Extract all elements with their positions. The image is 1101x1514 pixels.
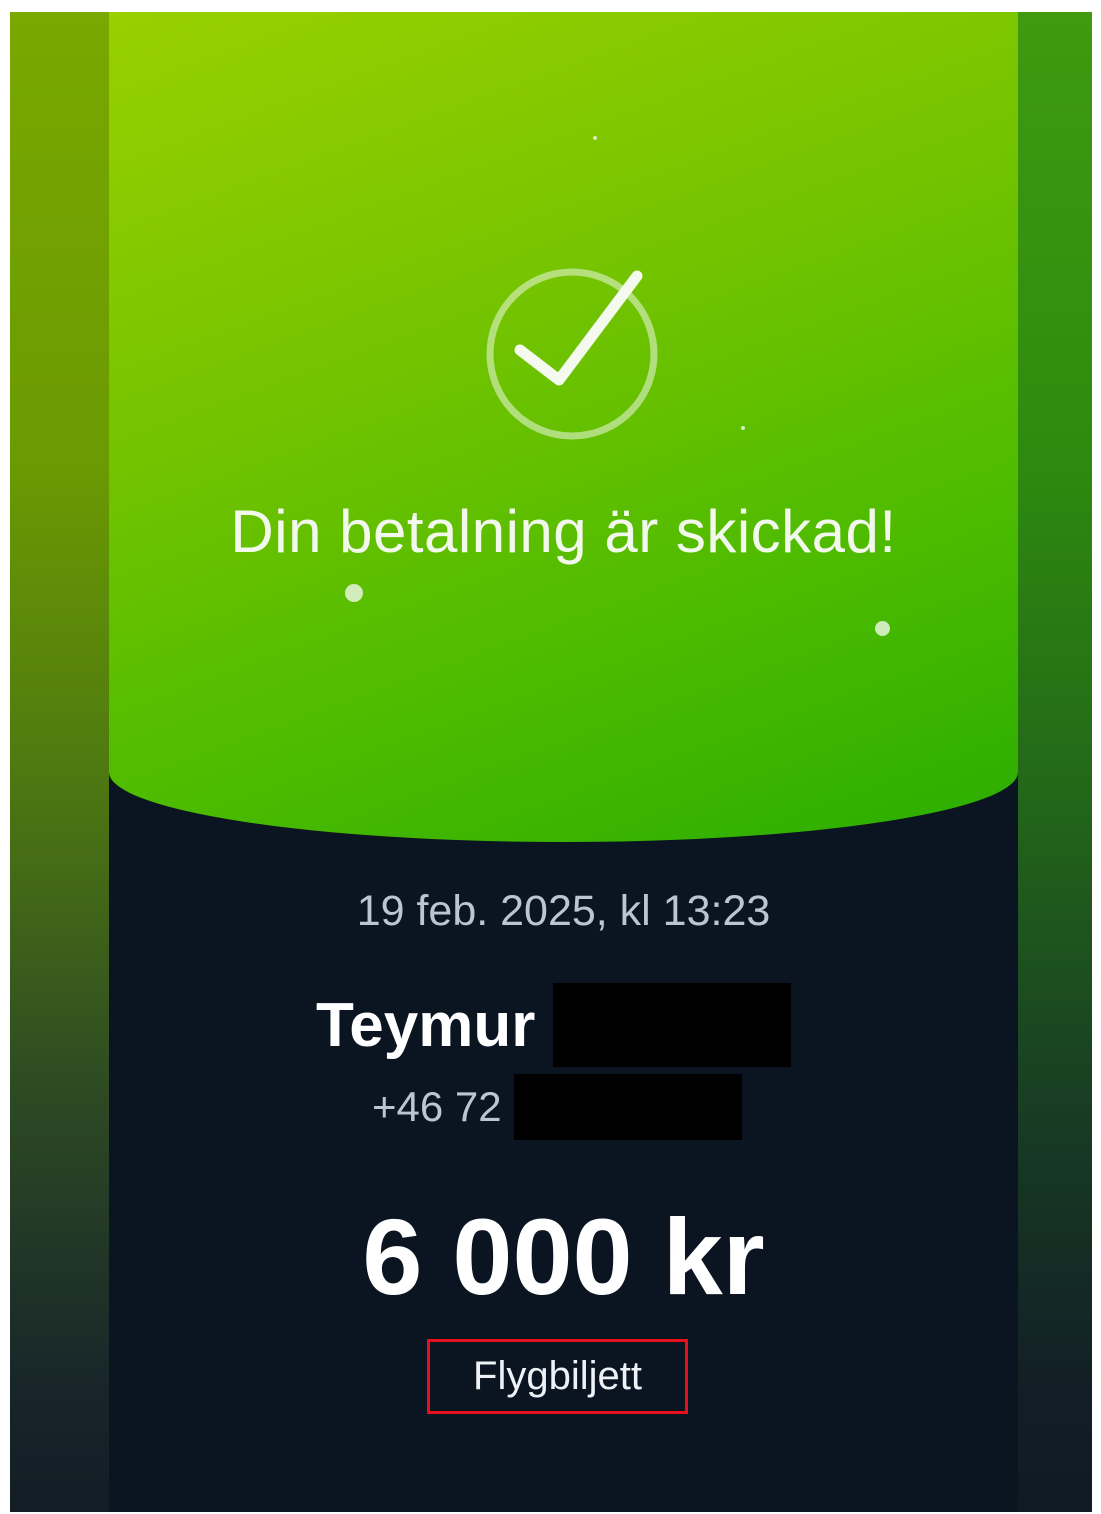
recipient-phone-row: +46 72 bbox=[372, 1072, 742, 1142]
background-right-edge bbox=[1008, 12, 1092, 1512]
confetti-dot bbox=[741, 426, 745, 430]
recipient-phone-prefix: +46 72 bbox=[372, 1083, 502, 1130]
payment-confirmation-screen: Din betalning är skickad! 19 feb. 2025, … bbox=[109, 12, 1018, 1512]
redacted-phone-number bbox=[513, 1074, 742, 1140]
confetti-dot bbox=[875, 621, 890, 636]
background-left-edge bbox=[10, 12, 109, 1512]
recipient-name-row: Teymur bbox=[316, 980, 792, 1070]
payment-message: Flygbiljett bbox=[473, 1354, 642, 1398]
confetti-dot bbox=[593, 136, 597, 140]
screenshot-frame: Din betalning är skickad! 19 feb. 2025, … bbox=[10, 12, 1092, 1512]
confetti-dot bbox=[345, 584, 363, 602]
success-header: Din betalning är skickad! bbox=[109, 12, 1018, 842]
checkmark-circle-icon bbox=[474, 252, 674, 452]
payment-message-highlight: Flygbiljett bbox=[427, 1339, 688, 1414]
redacted-surname bbox=[553, 983, 792, 1067]
recipient-name: Teymur bbox=[316, 990, 536, 1060]
success-title: Din betalning är skickad! bbox=[230, 498, 897, 565]
payment-datetime: 19 feb. 2025, kl 13:23 bbox=[356, 887, 771, 935]
payment-amount: 6 000 kr bbox=[362, 1196, 765, 1317]
